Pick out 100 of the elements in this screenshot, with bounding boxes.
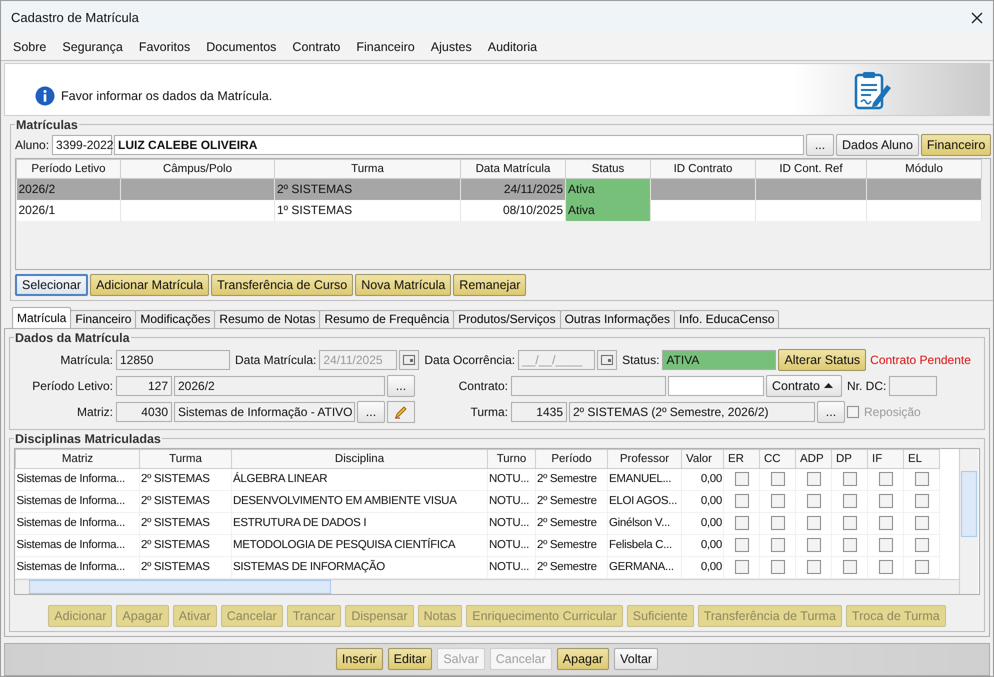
column-header[interactable]: Módulo (866, 159, 982, 178)
enrollment-action-button[interactable]: Remanejar (453, 274, 526, 296)
status-field[interactable]: ATIVA (662, 350, 776, 370)
column-header[interactable]: CC (760, 449, 796, 468)
enrollment-action-button[interactable]: Transferência de Curso (211, 274, 354, 296)
dc-number-field[interactable] (889, 376, 938, 396)
checkbox[interactable] (914, 538, 928, 552)
lookup-button[interactable]: ... (387, 374, 415, 397)
footer-button[interactable]: Voltar (614, 648, 658, 670)
checkbox[interactable] (806, 560, 820, 574)
footer-button[interactable]: Apagar (556, 648, 610, 670)
checkbox[interactable] (734, 472, 748, 486)
checkbox[interactable] (734, 560, 748, 574)
column-header[interactable]: Câmpus/Polo (120, 159, 274, 178)
checkbox[interactable] (878, 538, 892, 552)
period-field[interactable]: 2026/2 (174, 376, 385, 396)
column-header[interactable]: ER (724, 449, 760, 468)
calendar-button[interactable] (597, 350, 618, 370)
column-header[interactable]: DP (832, 449, 868, 468)
column-header[interactable]: Turno (488, 449, 536, 468)
checkbox[interactable] (914, 494, 928, 508)
student-button[interactable]: Financeiro (920, 134, 992, 156)
curriculum-field[interactable]: Sistemas de Informação - ATIVO (174, 402, 355, 422)
checkbox[interactable] (770, 494, 784, 508)
checkbox[interactable] (806, 472, 820, 486)
checkbox[interactable] (914, 516, 928, 530)
checkbox[interactable] (878, 472, 892, 486)
tab[interactable]: Resumo de Frequência (319, 310, 454, 328)
edit-button[interactable] (387, 400, 415, 423)
period-code-field[interactable]: 127 (116, 376, 172, 396)
column-header[interactable]: IF (868, 449, 904, 468)
checkbox[interactable] (878, 516, 892, 530)
checkbox[interactable] (770, 538, 784, 552)
calendar-button[interactable] (399, 350, 420, 370)
checkbox[interactable] (842, 560, 856, 574)
checkbox[interactable] (734, 516, 748, 530)
student-button[interactable]: Dados Aluno (836, 134, 919, 156)
checkbox[interactable] (770, 472, 784, 486)
column-header[interactable]: Matriz (16, 449, 140, 468)
class-code-field[interactable]: 1435 (511, 402, 567, 422)
footer-button[interactable]: Inserir (336, 648, 383, 670)
tab[interactable]: Outras Informações (560, 310, 675, 328)
contract-button[interactable]: Contrato (766, 374, 842, 397)
contract-field[interactable] (511, 376, 666, 396)
enrollment-row[interactable]: 2026/2 2º SISTEMAS 24/11/2025 Ativa (16, 178, 982, 200)
checkbox[interactable] (842, 538, 856, 552)
tab[interactable]: Resumo de Notas (214, 310, 320, 328)
menu-item[interactable]: Sobre (5, 40, 54, 54)
menu-item[interactable]: Auditoria (480, 40, 546, 54)
contract-input[interactable] (668, 376, 764, 396)
horizontal-scrollbar[interactable] (15, 578, 959, 594)
checkbox[interactable] (842, 494, 856, 508)
column-header[interactable]: Status (566, 159, 650, 178)
footer-button[interactable]: Editar (388, 648, 432, 670)
checkbox[interactable] (734, 494, 748, 508)
checkbox[interactable] (806, 538, 820, 552)
enrollment-action-button[interactable]: Nova Matrícula (355, 274, 452, 296)
column-header[interactable]: EL (904, 449, 940, 468)
column-header[interactable]: ID Contrato (650, 159, 756, 178)
checkbox[interactable] (878, 494, 892, 508)
menu-item[interactable]: Segurança (54, 40, 131, 54)
menu-item[interactable]: Documentos (198, 40, 284, 54)
lookup-button[interactable]: ... (357, 400, 385, 423)
lookup-button[interactable]: ... (806, 134, 834, 156)
column-header[interactable]: ADP (796, 449, 832, 468)
column-header[interactable]: Professor (608, 449, 682, 468)
enrollment-row[interactable]: 2026/1 1º SISTEMAS 08/10/2025 Ativa (16, 200, 982, 221)
class-field[interactable]: 2º SISTEMAS (2º Semestre, 2026/2) (569, 402, 815, 422)
checkbox[interactable] (842, 472, 856, 486)
tab[interactable]: Info. EducaCenso (674, 310, 780, 328)
column-header[interactable]: Turma (140, 449, 232, 468)
column-header[interactable]: Data Matrícula (460, 159, 566, 178)
checkbox[interactable] (770, 516, 784, 530)
column-header[interactable]: Valor (682, 449, 724, 468)
enrollment-action-button[interactable]: Selecionar (15, 274, 88, 296)
change-status-button[interactable]: Alterar Status (778, 348, 866, 371)
curriculum-code-field[interactable]: 4030 (116, 402, 172, 422)
column-header[interactable]: ID Cont. Ref (756, 159, 866, 178)
column-header[interactable]: Turma (274, 159, 460, 178)
enrollment-number-field[interactable]: 12850 (116, 350, 230, 370)
checkbox[interactable] (914, 560, 928, 574)
checkbox[interactable] (806, 494, 820, 508)
tab[interactable]: Modificações (135, 310, 216, 328)
checkbox[interactable] (847, 406, 859, 418)
menu-item[interactable]: Ajustes (422, 40, 480, 54)
checkbox[interactable] (806, 516, 820, 530)
checkbox[interactable] (878, 560, 892, 574)
menu-item[interactable]: Favoritos (130, 40, 198, 54)
column-header[interactable]: Período Letivo (16, 159, 120, 178)
checkbox[interactable] (734, 538, 748, 552)
student-name-field[interactable]: LUIZ CALEBE OLIVEIRA (114, 134, 804, 155)
checkbox[interactable] (770, 560, 784, 574)
tab[interactable]: Matrícula (12, 306, 72, 328)
menu-item[interactable]: Financeiro (348, 40, 423, 54)
student-code-field[interactable]: 3399-2022 (52, 134, 112, 155)
lookup-button[interactable]: ... (817, 400, 845, 423)
column-header[interactable]: Disciplina (232, 449, 488, 468)
tab[interactable]: Produtos/Serviços (453, 310, 561, 328)
checkbox[interactable] (842, 516, 856, 530)
menu-item[interactable]: Contrato (284, 40, 348, 54)
